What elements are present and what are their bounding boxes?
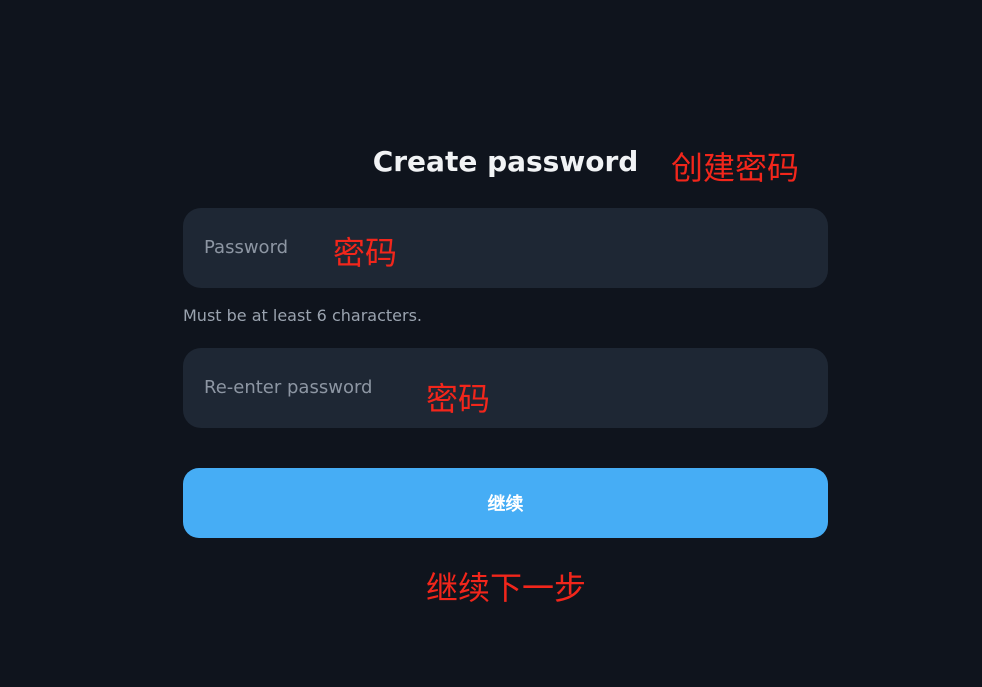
continue-button[interactable]: 继续 <box>183 468 828 538</box>
reenter-password-input[interactable] <box>183 348 828 428</box>
password-hint: Must be at least 6 characters. <box>183 306 422 325</box>
password-field-container <box>183 208 828 288</box>
continue-annotation: 继续下一步 <box>426 569 587 607</box>
password-annotation: 密码 <box>333 234 398 272</box>
reenter-password-annotation: 密码 <box>426 380 491 418</box>
title-annotation: 创建密码 <box>671 149 800 187</box>
reenter-password-field-container <box>183 348 828 428</box>
password-input[interactable] <box>183 208 828 288</box>
